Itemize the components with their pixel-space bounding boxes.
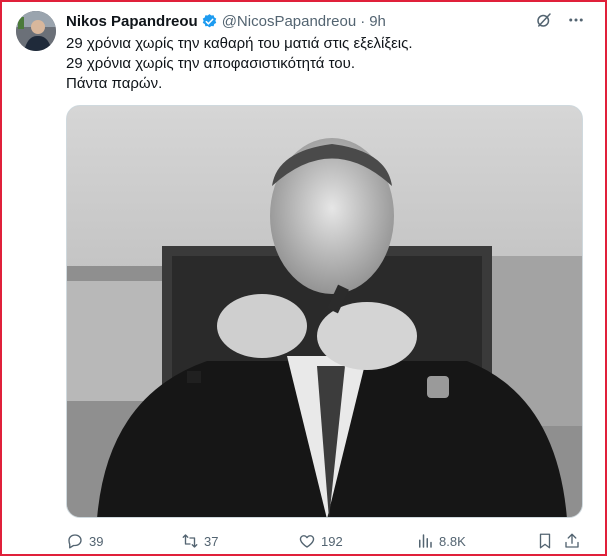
separator-dot: · <box>360 12 366 30</box>
post-time[interactable]: 9h <box>369 13 386 30</box>
post-header: Nikos Papandreou @NicosPapandreou · 9h <box>66 11 386 31</box>
share-button[interactable] <box>563 532 581 550</box>
like-count: 192 <box>321 533 343 549</box>
heart-icon <box>299 535 315 548</box>
share-icon <box>565 533 579 548</box>
repost-count: 37 <box>204 533 219 549</box>
author-name[interactable]: Nikos Papandreou <box>66 13 198 30</box>
like-button[interactable]: 192 <box>298 532 343 550</box>
post-text-line: 29 χρόνια χωρίς την καθαρή του ματιά στι… <box>66 35 413 52</box>
post-top-actions <box>535 11 585 34</box>
author-handle[interactable]: @NicosPapandreou <box>222 13 356 30</box>
views-button[interactable]: 8.8K <box>416 532 466 550</box>
verified-badge-icon <box>201 13 218 30</box>
views-icon <box>419 534 432 548</box>
more-icon[interactable] <box>567 11 585 34</box>
repost-button[interactable]: 37 <box>181 532 218 550</box>
avatar[interactable] <box>16 11 56 51</box>
reply-icon <box>68 534 82 549</box>
post-text: 29 χρόνια χωρίς την καθαρή του ματιά στι… <box>66 34 586 94</box>
reply-button[interactable]: 39 <box>66 532 103 550</box>
grok-icon[interactable] <box>535 11 553 34</box>
post-actions: 39 37 192 8.8K <box>66 530 586 552</box>
reply-count: 39 <box>89 533 104 549</box>
post-text-line: 29 χρόνια χωρίς την αποφασιστικότητά του… <box>66 55 355 72</box>
bookmark-button[interactable] <box>536 532 554 550</box>
bookmark-icon <box>539 533 551 549</box>
post-photo[interactable] <box>66 105 583 518</box>
post-text-line: Πάντα παρών. <box>66 75 163 92</box>
views-count: 8.8K <box>439 533 466 549</box>
repost-icon <box>182 534 198 548</box>
